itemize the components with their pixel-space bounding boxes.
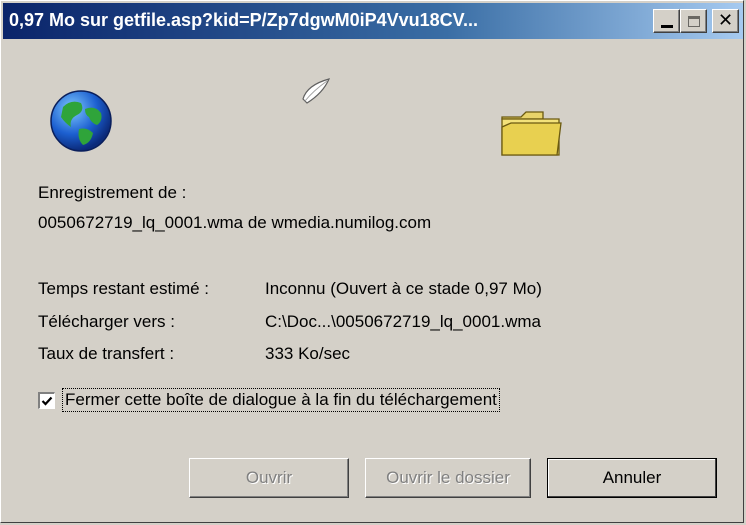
download-to-value: C:\Doc...\0050672719_lq_0001.wma [265,312,541,331]
time-remaining-label: Temps restant estimé : [38,279,210,298]
cancel-button-label: Annuler [602,468,662,487]
open-folder-button-label: Ouvrir le dossier [386,468,510,487]
download-to-label: Télécharger vers : [38,312,175,331]
checkmark-icon [41,396,53,406]
time-remaining-value: Inconnu (Ouvert à ce stade 0,97 Mo) [265,279,542,298]
close-when-done-label[interactable]: Fermer cette boîte de dialogue à la fin … [62,388,500,412]
cancel-button[interactable]: Annuler [547,458,717,498]
close-button[interactable]: ✕ [712,9,739,33]
folder-icon [501,111,562,156]
file-source-text: 0050672719_lq_0001.wma de wmedia.numilog… [38,213,432,232]
open-button[interactable]: Ouvrir [189,458,349,498]
minimize-button[interactable] [653,9,680,33]
saving-label: Enregistrement de : [38,183,187,202]
transfer-rate-value: 333 Ko/sec [265,344,351,363]
title-bar[interactable]: 0,97 Mo sur getfile.asp?kid=P/Zp7dgwM0iP… [3,3,743,39]
close-when-done-option[interactable]: Fermer cette boîte de dialogue à la fin … [38,388,500,412]
close-icon: ✕ [717,10,734,31]
window-title: 0,97 Mo sur getfile.asp?kid=P/Zp7dgwM0iP… [9,10,478,30]
globe-icon [50,90,112,152]
close-when-done-checkbox[interactable] [38,391,55,409]
minimize-icon [660,24,673,28]
open-folder-button[interactable]: Ouvrir le dossier [365,458,531,498]
maximize-icon [687,15,700,27]
open-button-label: Ouvrir [245,468,293,487]
flying-paper-icon [302,78,331,104]
transfer-rate-label: Taux de transfert : [38,344,175,363]
download-dialog: 0,97 Mo sur getfile.asp?kid=P/Zp7dgwM0iP… [0,0,744,523]
maximize-button[interactable] [680,9,707,33]
